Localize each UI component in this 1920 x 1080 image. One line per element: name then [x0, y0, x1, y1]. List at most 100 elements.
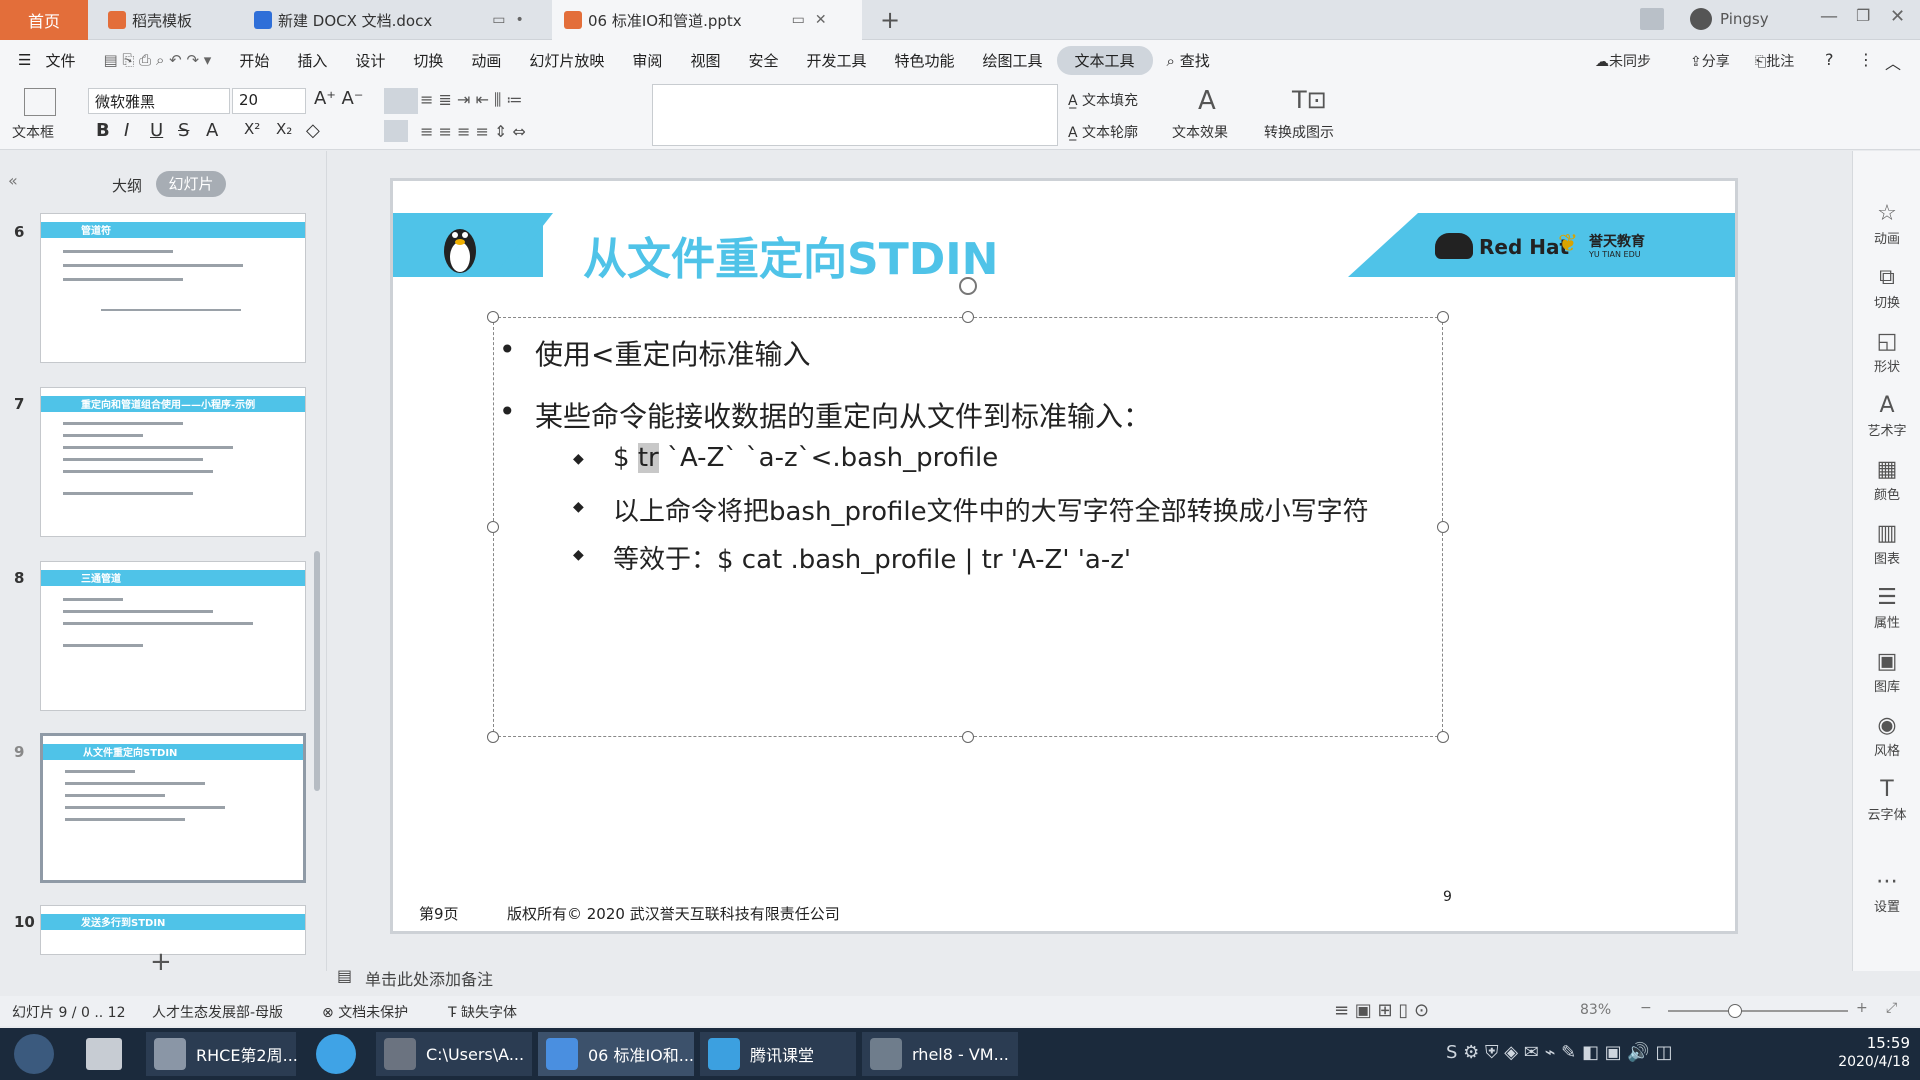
sidebar-cloud-font[interactable]: T 云字体: [1853, 777, 1920, 823]
slide-thumbnail-9[interactable]: 从文件重定向STDIN: [40, 733, 306, 883]
help-icon[interactable]: ?: [1825, 50, 1834, 69]
doc-protect-status[interactable]: ⊗ 文档未保护: [322, 1002, 408, 1022]
slide-title[interactable]: 从文件重定向STDIN: [583, 223, 998, 287]
resize-handle[interactable]: [1437, 731, 1449, 743]
taskbar-vmware[interactable]: rhel8 - VM...: [862, 1032, 1018, 1076]
sidebar-properties[interactable]: ☰ 属性: [1853, 585, 1920, 631]
fit-window-icon[interactable]: ⤢: [1886, 1000, 1897, 1016]
avatar[interactable]: [1690, 8, 1712, 30]
sidebar-gallery[interactable]: ▣ 图库: [1853, 649, 1920, 695]
text-outline-button[interactable]: A̲ 文本轮廓: [1068, 122, 1138, 142]
screen-icon[interactable]: [1640, 8, 1664, 30]
start-button[interactable]: [14, 1034, 54, 1074]
taskbar-tencent-class[interactable]: 腾讯课堂: [700, 1032, 856, 1076]
underline-button[interactable]: U: [150, 120, 163, 141]
menu-text-tools[interactable]: 文本工具: [1056, 45, 1153, 75]
slides-tab[interactable]: 幻灯片: [156, 171, 226, 197]
close-icon[interactable]: ✕: [815, 12, 827, 28]
align-left-icon[interactable]: [384, 120, 408, 142]
template-name[interactable]: 人才生态发展部-母版: [152, 1002, 283, 1022]
menu-transition[interactable]: 切换: [399, 50, 457, 71]
strike-button[interactable]: S: [178, 120, 189, 141]
bullet-1[interactable]: 使用<重定向标准输入: [535, 333, 810, 373]
missing-font-status[interactable]: T̵ 缺失字体: [448, 1002, 517, 1022]
sub-bullet-3[interactable]: 等效于：$ cat .bash_profile | tr 'A-Z' 'a-z': [613, 539, 1131, 576]
comment-button[interactable]: ⎗批注: [1755, 51, 1794, 71]
zoom-level[interactable]: 83%: [1580, 1002, 1611, 1018]
taskbar-explorer[interactable]: C:\Users\A...: [376, 1032, 532, 1076]
monitor-icon[interactable]: ▭: [492, 12, 505, 28]
hamburger-icon[interactable]: ☰: [0, 51, 45, 69]
user-name[interactable]: Pingsy: [1720, 10, 1769, 28]
zoom-out-icon[interactable]: −: [1640, 1000, 1652, 1016]
sidebar-wordart[interactable]: A 艺术字: [1853, 393, 1920, 439]
sync-button[interactable]: ☁未同步: [1595, 51, 1651, 71]
file-menu[interactable]: 文件: [45, 50, 89, 71]
sidebar-style[interactable]: ◉ 风格: [1853, 713, 1920, 759]
rotate-handle-icon[interactable]: [959, 277, 977, 295]
subscript-button[interactable]: X₂: [276, 120, 292, 138]
superscript-button[interactable]: X²: [244, 120, 260, 138]
notes-placeholder[interactable]: 单击此处添加备注: [365, 966, 493, 990]
resize-handle[interactable]: [487, 521, 499, 533]
resize-handle[interactable]: [962, 731, 974, 743]
sidebar-animation[interactable]: ☆ 动画: [1853, 201, 1920, 247]
convert-button[interactable]: 转换成图示: [1264, 122, 1334, 142]
menu-review[interactable]: 审阅: [618, 50, 676, 71]
font-color-button[interactable]: A: [206, 120, 218, 141]
view-mode-icons[interactable]: ≡ ▣ ⊞ ▯ ⊙: [1334, 1000, 1429, 1021]
zoom-slider[interactable]: [1668, 1010, 1848, 1012]
align-tools[interactable]: ≡ ≡ ≡ ≡ ⇕ ⇔: [420, 122, 526, 141]
menu-insert[interactable]: 插入: [283, 50, 341, 71]
clock-time[interactable]: 15:59: [1810, 1034, 1910, 1052]
taskbar-wps[interactable]: 06 标准IO和...: [538, 1032, 694, 1076]
notes-area[interactable]: ▤ 单击此处添加备注: [327, 960, 1527, 994]
selected-text[interactable]: tr: [637, 443, 659, 473]
menu-view[interactable]: 视图: [676, 50, 734, 71]
sidebar-shape[interactable]: ◱ 形状: [1853, 329, 1920, 375]
font-name-select[interactable]: 微软雅黑: [88, 88, 230, 114]
text-fill-button[interactable]: A̲ 文本填充: [1068, 90, 1138, 110]
collapse-ribbon-icon[interactable]: ︿: [1885, 50, 1901, 74]
bold-button[interactable]: B: [96, 120, 110, 141]
zoom-in-icon[interactable]: +: [1856, 1000, 1868, 1016]
sidebar-chart[interactable]: ▥ 图表: [1853, 521, 1920, 567]
zoom-slider-thumb[interactable]: [1728, 1004, 1742, 1018]
menu-security[interactable]: 安全: [734, 50, 792, 71]
slide-thumbnail-8[interactable]: 三通管道: [40, 561, 306, 711]
menu-drawing-tools[interactable]: 绘图工具: [969, 50, 1057, 71]
taskbar-app-icon[interactable]: [86, 1038, 122, 1070]
tab-docx[interactable]: 新建 DOCX 文档.docx ▭ •: [242, 0, 542, 40]
search-button[interactable]: ⌕ 查找: [1153, 50, 1224, 71]
resize-handle[interactable]: [487, 731, 499, 743]
text-effect-button[interactable]: 文本效果: [1172, 122, 1228, 142]
textbox-icon[interactable]: [24, 88, 56, 116]
sidebar-color[interactable]: ▦ 颜色: [1853, 457, 1920, 503]
outline-tab[interactable]: 大纲: [112, 175, 142, 196]
add-slide-button[interactable]: +: [150, 947, 172, 977]
bullets-icon[interactable]: [384, 88, 418, 114]
slide[interactable]: 从文件重定向STDIN Red Hat ❦ 誉天教育 YU TIAN EDU •…: [390, 178, 1738, 934]
sub-bullet-2[interactable]: 以上命令将把bash_profile文件中的大写字符全部转换成小写字符: [613, 491, 1369, 528]
restore-icon[interactable]: ❐: [1856, 6, 1870, 25]
eraser-icon[interactable]: ◇: [306, 120, 320, 141]
slide-thumbnail-7[interactable]: 重定向和管道组合使用——小程序-示例: [40, 387, 306, 537]
sidebar-settings[interactable]: ⋯ 设置: [1853, 869, 1920, 915]
resize-handle[interactable]: [487, 311, 499, 323]
tab-daoke-template[interactable]: 稻壳模板: [96, 0, 242, 40]
tab-pptx[interactable]: 06 标准IO和管道.pptx ▭ ✕: [552, 0, 862, 40]
system-tray-icons[interactable]: S ⚙ ⛨ ◈ ✉ ⌁ ✎ ◧ ▣ 🔊 ◫: [1446, 1042, 1673, 1063]
resize-handle[interactable]: [962, 311, 974, 323]
menu-design[interactable]: 设计: [341, 50, 399, 71]
sub-bullet-1[interactable]: $ tr `A-Z` `a-z`<.bash_profile: [613, 443, 998, 473]
resize-handle[interactable]: [1437, 521, 1449, 533]
share-button[interactable]: ⇪分享: [1690, 51, 1730, 71]
dot-icon[interactable]: •: [515, 12, 523, 28]
font-size-select[interactable]: 20: [232, 88, 306, 114]
slide-thumbnail-10[interactable]: 发送多行到STDIN: [40, 905, 306, 955]
menu-animation[interactable]: 动画: [457, 50, 515, 71]
clock-date[interactable]: 2020/4/18: [1810, 1054, 1910, 1070]
textbox-button[interactable]: 文本框: [12, 122, 54, 142]
sidebar-transition[interactable]: ⧉ 切换: [1853, 265, 1920, 311]
sogou-icon[interactable]: [316, 1034, 356, 1074]
